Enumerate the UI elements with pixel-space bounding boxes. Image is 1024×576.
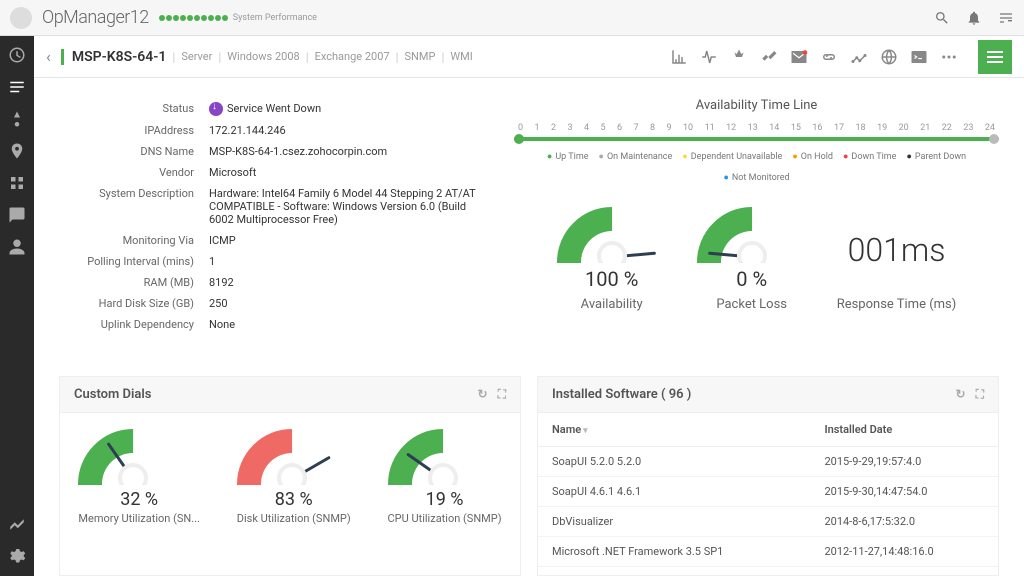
refresh-icon[interactable]: ↻ <box>478 387 488 402</box>
graph-icon[interactable] <box>850 48 868 66</box>
property-value: 250 <box>209 293 489 314</box>
expand-icon[interactable]: ⛶ <box>498 387 506 402</box>
property-value: MSP-K8S-64-1.csez.zohocorpin.com <box>209 141 489 162</box>
dial: 83 %Disk Utilization (SNMP) <box>237 425 351 525</box>
property-row: Uplink DependencyNone <box>59 314 489 335</box>
expand-icon[interactable]: ⛶ <box>976 387 984 402</box>
chart-icon[interactable] <box>670 48 688 66</box>
list-icon[interactable] <box>8 78 26 96</box>
property-label: RAM (MB) <box>59 272 209 293</box>
timeline-scale: 0123456789101112131415161718192021222324 <box>514 123 999 133</box>
table-row[interactable]: DbVisualizer2014-8-6,17:5:32.0 <box>538 507 998 537</box>
bell-icon[interactable] <box>966 10 982 26</box>
menu-button[interactable] <box>978 40 1012 74</box>
timeline-legend: Up Time On Maintenance Dependent Unavail… <box>514 151 999 183</box>
globe-icon[interactable] <box>880 48 898 66</box>
page-title: MSP-K8S-64-1 <box>72 49 167 65</box>
timeline-title: Availability Time Line <box>514 98 999 113</box>
property-value: None <box>209 314 489 335</box>
gear-icon[interactable] <box>8 546 26 564</box>
breadcrumb: MSP-K8S-64-1 |Server |Windows 2008 |Exch… <box>61 49 473 65</box>
property-label: Vendor <box>59 162 209 183</box>
property-value: Microsoft <box>209 162 489 183</box>
property-label: Uplink Dependency <box>59 314 209 335</box>
performance-label: System Performance <box>233 13 317 23</box>
property-row: VendorMicrosoft <box>59 162 489 183</box>
dial: 19 %CPU Utilization (SNMP) <box>388 425 502 525</box>
network-icon[interactable] <box>8 174 26 192</box>
col-date[interactable]: Installed Date <box>810 413 998 447</box>
property-value: 8192 <box>209 272 489 293</box>
packet-loss-gauge: 0 % Packet Loss <box>697 203 807 312</box>
custom-dials-title: Custom Dials <box>74 387 151 402</box>
property-label: Polling Interval (mins) <box>59 251 209 272</box>
table-row[interactable]: SoapUI 5.2.0 5.2.02015-9-29,19:57:4.0 <box>538 447 998 477</box>
property-value: 172.21.144.246 <box>209 120 489 141</box>
avatar[interactable] <box>10 7 32 29</box>
table-row[interactable]: Microsoft .NET Framework 3.5 SP12012-11-… <box>538 537 998 567</box>
installed-software-panel: Installed Software ( 96 ) ↻ ⛶ Name▾ Insta… <box>537 376 999 576</box>
property-label: System Description <box>59 183 209 230</box>
property-row: System DescriptionHardware: Intel64 Fami… <box>59 183 489 230</box>
installed-software-title: Installed Software ( 96 ) <box>552 387 691 402</box>
search-icon[interactable] <box>934 10 950 26</box>
location-icon[interactable] <box>8 142 26 160</box>
dial: 32 %Memory Utilization (SN... <box>78 425 200 525</box>
more-icon[interactable] <box>940 48 958 66</box>
property-row: IPAddress172.21.144.246 <box>59 120 489 141</box>
property-row: Hard Disk Size (GB)250 <box>59 293 489 314</box>
terminal-icon[interactable] <box>910 48 928 66</box>
property-row: Monitoring ViaICMP <box>59 230 489 251</box>
mail-icon[interactable] <box>790 48 808 66</box>
status-down-icon <box>209 102 223 116</box>
software-table: Name▾ Installed Date SoapUI 5.2.0 5.2.02… <box>538 413 998 567</box>
topbar: OpManager12 System Performance <box>0 0 1024 36</box>
chat-icon[interactable] <box>8 206 26 224</box>
back-button[interactable]: ‹ <box>46 47 51 66</box>
property-row: StatusService Went Down <box>59 98 489 120</box>
link-icon[interactable] <box>820 48 838 66</box>
dashboard-icon[interactable] <box>8 46 26 64</box>
reports-icon[interactable] <box>8 514 26 532</box>
alert-icon[interactable] <box>8 110 26 128</box>
app-logo: OpManager12 <box>42 7 149 28</box>
alarm-icon[interactable] <box>730 48 748 66</box>
performance-dots <box>159 15 228 21</box>
properties-list: StatusService Went DownIPAddress172.21.1… <box>59 98 489 335</box>
property-value: 1 <box>209 251 489 272</box>
property-row: DNS NameMSP-K8S-64-1.csez.zohocorpin.com <box>59 141 489 162</box>
property-value: Service Went Down <box>209 98 489 120</box>
pulse-icon[interactable] <box>700 48 718 66</box>
property-row: RAM (MB)8192 <box>59 272 489 293</box>
property-value: ICMP <box>209 230 489 251</box>
refresh-icon[interactable]: ↻ <box>956 387 966 402</box>
property-row: Polling Interval (mins)1 <box>59 251 489 272</box>
settings-sliders-icon[interactable] <box>998 10 1014 26</box>
property-label: IPAddress <box>59 120 209 141</box>
custom-dials-panel: Custom Dials ↻ ⛶ 32 %Memory Utilization (… <box>59 376 521 576</box>
property-label: Status <box>59 98 209 120</box>
side-nav <box>0 36 34 576</box>
table-row[interactable]: SoapUI 4.6.1 4.6.12015-9-30,14:47:54.0 <box>538 477 998 507</box>
user-icon[interactable] <box>8 238 26 256</box>
response-time-metric: 001ms Response Time (ms) <box>837 231 957 312</box>
property-label: Hard Disk Size (GB) <box>59 293 209 314</box>
property-value: Hardware: Intel64 Family 6 Model 44 Step… <box>209 183 489 230</box>
property-label: DNS Name <box>59 141 209 162</box>
page-header: ‹ MSP-K8S-64-1 |Server |Windows 2008 |Ex… <box>34 36 1024 78</box>
tool-icon[interactable] <box>760 48 778 66</box>
property-label: Monitoring Via <box>59 230 209 251</box>
availability-gauge: 100 % Availability <box>557 203 667 312</box>
col-name[interactable]: Name▾ <box>538 413 810 447</box>
timeline-bar[interactable] <box>514 137 999 141</box>
